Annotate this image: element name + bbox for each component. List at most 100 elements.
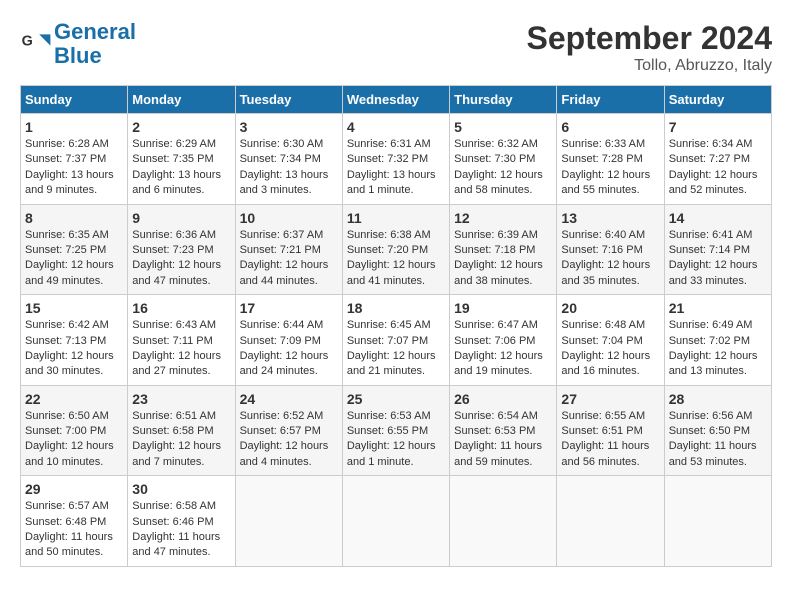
day-cell: 1 Sunrise: 6:28 AMSunset: 7:37 PMDaylight… xyxy=(21,114,128,205)
day-info: Sunrise: 6:53 AMSunset: 6:55 PMDaylight:… xyxy=(347,409,445,471)
day-cell: 26 Sunrise: 6:54 AMSunset: 6:53 PMDayligh… xyxy=(450,385,557,476)
day-info: Sunrise: 6:32 AMSunset: 7:30 PMDaylight:… xyxy=(454,137,552,199)
day-info: Sunrise: 6:58 AMSunset: 6:46 PMDaylight:… xyxy=(132,499,230,561)
col-header-sunday: Sunday xyxy=(21,86,128,114)
day-number: 12 xyxy=(454,210,552,226)
week-row-5: 29 Sunrise: 6:57 AMSunset: 6:48 PMDayligh… xyxy=(21,476,772,567)
day-cell: 4 Sunrise: 6:31 AMSunset: 7:32 PMDaylight… xyxy=(342,114,449,205)
col-header-friday: Friday xyxy=(557,86,664,114)
col-header-tuesday: Tuesday xyxy=(235,86,342,114)
day-cell xyxy=(342,476,449,567)
day-cell: 5 Sunrise: 6:32 AMSunset: 7:30 PMDaylight… xyxy=(450,114,557,205)
day-info: Sunrise: 6:56 AMSunset: 6:50 PMDaylight:… xyxy=(669,409,767,471)
day-info: Sunrise: 6:35 AMSunset: 7:25 PMDaylight:… xyxy=(25,228,123,290)
day-cell: 23 Sunrise: 6:51 AMSunset: 6:58 PMDayligh… xyxy=(128,385,235,476)
day-cell: 19 Sunrise: 6:47 AMSunset: 7:06 PMDayligh… xyxy=(450,295,557,386)
day-info: Sunrise: 6:44 AMSunset: 7:09 PMDaylight:… xyxy=(240,318,338,380)
day-cell: 9 Sunrise: 6:36 AMSunset: 7:23 PMDaylight… xyxy=(128,204,235,295)
day-number: 30 xyxy=(132,481,230,497)
day-number: 26 xyxy=(454,391,552,407)
day-number: 7 xyxy=(669,119,767,135)
day-info: Sunrise: 6:34 AMSunset: 7:27 PMDaylight:… xyxy=(669,137,767,199)
day-number: 3 xyxy=(240,119,338,135)
day-cell xyxy=(664,476,771,567)
day-info: Sunrise: 6:57 AMSunset: 6:48 PMDaylight:… xyxy=(25,499,123,561)
day-info: Sunrise: 6:41 AMSunset: 7:14 PMDaylight:… xyxy=(669,228,767,290)
week-row-1: 1 Sunrise: 6:28 AMSunset: 7:37 PMDaylight… xyxy=(21,114,772,205)
day-cell: 10 Sunrise: 6:37 AMSunset: 7:21 PMDayligh… xyxy=(235,204,342,295)
day-number: 21 xyxy=(669,300,767,316)
month-title: September 2024 xyxy=(527,20,772,57)
week-row-2: 8 Sunrise: 6:35 AMSunset: 7:25 PMDaylight… xyxy=(21,204,772,295)
day-info: Sunrise: 6:37 AMSunset: 7:21 PMDaylight:… xyxy=(240,228,338,290)
day-info: Sunrise: 6:50 AMSunset: 7:00 PMDaylight:… xyxy=(25,409,123,471)
day-cell: 29 Sunrise: 6:57 AMSunset: 6:48 PMDayligh… xyxy=(21,476,128,567)
day-cell: 11Sunrise: 6:38 AMSunset: 7:20 PMDayligh… xyxy=(342,204,449,295)
day-cell: 24Sunrise: 6:52 AMSunset: 6:57 PMDayligh… xyxy=(235,385,342,476)
day-number: 22 xyxy=(25,391,123,407)
day-number: 10 xyxy=(240,210,338,226)
day-number: 29 xyxy=(25,481,123,497)
day-cell: 14 Sunrise: 6:41 AMSunset: 7:14 PMDayligh… xyxy=(664,204,771,295)
day-info: Sunrise: 6:36 AMSunset: 7:23 PMDaylight:… xyxy=(132,228,230,290)
day-number: 16 xyxy=(132,300,230,316)
day-number: 15 xyxy=(25,300,123,316)
day-info: Sunrise: 6:43 AMSunset: 7:11 PMDaylight:… xyxy=(132,318,230,380)
week-row-4: 22 Sunrise: 6:50 AMSunset: 7:00 PMDayligh… xyxy=(21,385,772,476)
day-number: 19 xyxy=(454,300,552,316)
title-block: September 2024 Tollo, Abruzzo, Italy xyxy=(527,20,772,75)
day-cell: 8 Sunrise: 6:35 AMSunset: 7:25 PMDaylight… xyxy=(21,204,128,295)
day-info: Sunrise: 6:48 AMSunset: 7:04 PMDaylight:… xyxy=(561,318,659,380)
logo-text: General Blue xyxy=(54,20,136,68)
day-cell: 6 Sunrise: 6:33 AMSunset: 7:28 PMDaylight… xyxy=(557,114,664,205)
day-number: 18 xyxy=(347,300,445,316)
day-number: 27 xyxy=(561,391,659,407)
day-info: Sunrise: 6:28 AMSunset: 7:37 PMDaylight:… xyxy=(25,137,123,199)
day-number: 6 xyxy=(561,119,659,135)
day-cell: 12 Sunrise: 6:39 AMSunset: 7:18 PMDayligh… xyxy=(450,204,557,295)
day-cell: 17 Sunrise: 6:44 AMSunset: 7:09 PMDayligh… xyxy=(235,295,342,386)
day-info: Sunrise: 6:42 AMSunset: 7:13 PMDaylight:… xyxy=(25,318,123,380)
day-cell: 16 Sunrise: 6:43 AMSunset: 7:11 PMDayligh… xyxy=(128,295,235,386)
week-row-3: 15 Sunrise: 6:42 AMSunset: 7:13 PMDayligh… xyxy=(21,295,772,386)
day-cell: 15 Sunrise: 6:42 AMSunset: 7:13 PMDayligh… xyxy=(21,295,128,386)
day-cell xyxy=(235,476,342,567)
day-cell: 28 Sunrise: 6:56 AMSunset: 6:50 PMDayligh… xyxy=(664,385,771,476)
svg-text:G: G xyxy=(22,34,33,50)
day-number: 5 xyxy=(454,119,552,135)
day-number: 20 xyxy=(561,300,659,316)
day-info: Sunrise: 6:49 AMSunset: 7:02 PMDaylight:… xyxy=(669,318,767,380)
day-number: 8 xyxy=(25,210,123,226)
day-info: Sunrise: 6:47 AMSunset: 7:06 PMDaylight:… xyxy=(454,318,552,380)
day-info: Sunrise: 6:31 AMSunset: 7:32 PMDaylight:… xyxy=(347,137,445,199)
day-number: 14 xyxy=(669,210,767,226)
day-cell: 25Sunrise: 6:53 AMSunset: 6:55 PMDayligh… xyxy=(342,385,449,476)
col-header-wednesday: Wednesday xyxy=(342,86,449,114)
day-number: 9 xyxy=(132,210,230,226)
day-info: Sunrise: 6:51 AMSunset: 6:58 PMDaylight:… xyxy=(132,409,230,471)
col-header-thursday: Thursday xyxy=(450,86,557,114)
day-number: 17 xyxy=(240,300,338,316)
day-number: 23 xyxy=(132,391,230,407)
day-info: Sunrise: 6:33 AMSunset: 7:28 PMDaylight:… xyxy=(561,137,659,199)
logo: G General Blue xyxy=(20,20,136,68)
day-info: Sunrise: 6:39 AMSunset: 7:18 PMDaylight:… xyxy=(454,228,552,290)
day-cell: 21 Sunrise: 6:49 AMSunset: 7:02 PMDayligh… xyxy=(664,295,771,386)
calendar-table: SundayMondayTuesdayWednesdayThursdayFrid… xyxy=(20,85,772,567)
day-info: Sunrise: 6:38 AMSunset: 7:20 PMDaylight:… xyxy=(347,228,445,290)
day-number: 1 xyxy=(25,119,123,135)
day-info: Sunrise: 6:54 AMSunset: 6:53 PMDaylight:… xyxy=(454,409,552,471)
logo-line2: Blue xyxy=(54,43,102,68)
day-number: 4 xyxy=(347,119,445,135)
day-number: 28 xyxy=(669,391,767,407)
day-number: 13 xyxy=(561,210,659,226)
day-info: Sunrise: 6:55 AMSunset: 6:51 PMDaylight:… xyxy=(561,409,659,471)
day-cell: 13 Sunrise: 6:40 AMSunset: 7:16 PMDayligh… xyxy=(557,204,664,295)
header-row: SundayMondayTuesdayWednesdayThursdayFrid… xyxy=(21,86,772,114)
day-info: Sunrise: 6:29 AMSunset: 7:35 PMDaylight:… xyxy=(132,137,230,199)
day-info: Sunrise: 6:52 AMSunset: 6:57 PMDaylight:… xyxy=(240,409,338,471)
day-info: Sunrise: 6:40 AMSunset: 7:16 PMDaylight:… xyxy=(561,228,659,290)
day-cell: 7 Sunrise: 6:34 AMSunset: 7:27 PMDaylight… xyxy=(664,114,771,205)
day-cell: 3Sunrise: 6:30 AMSunset: 7:34 PMDaylight… xyxy=(235,114,342,205)
day-cell: 30 Sunrise: 6:58 AMSunset: 6:46 PMDayligh… xyxy=(128,476,235,567)
